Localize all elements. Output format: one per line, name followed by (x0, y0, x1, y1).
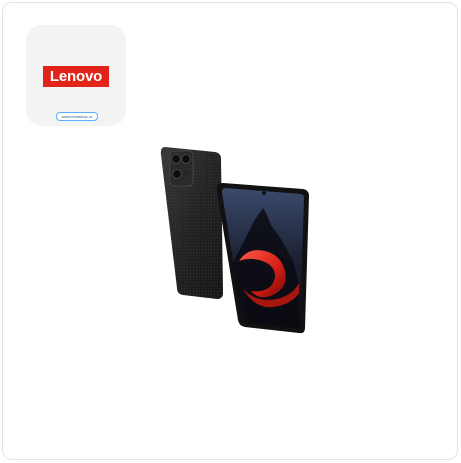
phone-back-view (160, 147, 223, 299)
brand-url-badge: www.recashop.ro (56, 112, 98, 121)
phone-front-view (216, 183, 309, 334)
brand-logo: Lenovo (43, 66, 109, 87)
product-card[interactable]: Lenovo www.recashop.ro (2, 2, 458, 460)
product-image[interactable] (153, 143, 313, 338)
brand-tile: Lenovo www.recashop.ro (26, 25, 126, 126)
